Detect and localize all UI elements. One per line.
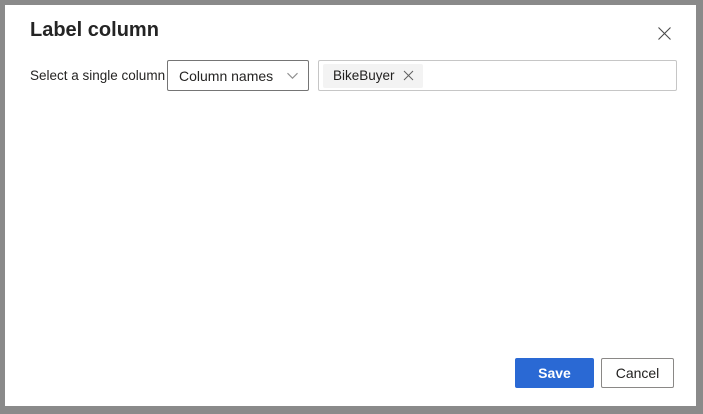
chevron-down-icon [286,69,299,82]
dropdown-selected-value: Column names [179,68,286,84]
column-source-dropdown[interactable]: Column names [167,60,309,91]
remove-tag-icon [403,70,414,81]
save-button[interactable]: Save [515,358,594,388]
label-column-dialog: Label column Select a single column Colu… [5,5,696,406]
selected-column-chip: BikeBuyer [323,64,423,88]
select-column-row: Select a single column Column names Bike… [30,60,677,91]
dialog-title: Label column [30,19,159,42]
remove-tag-button[interactable] [402,69,416,83]
close-icon [657,26,672,41]
field-label: Select a single column [30,68,167,83]
cancel-button[interactable]: Cancel [601,358,674,388]
chip-label: BikeBuyer [333,68,395,83]
tag-input-field[interactable] [427,61,672,90]
close-button[interactable] [652,21,676,45]
dialog-footer: Save Cancel [515,358,674,388]
column-tag-input[interactable]: BikeBuyer [318,60,677,91]
